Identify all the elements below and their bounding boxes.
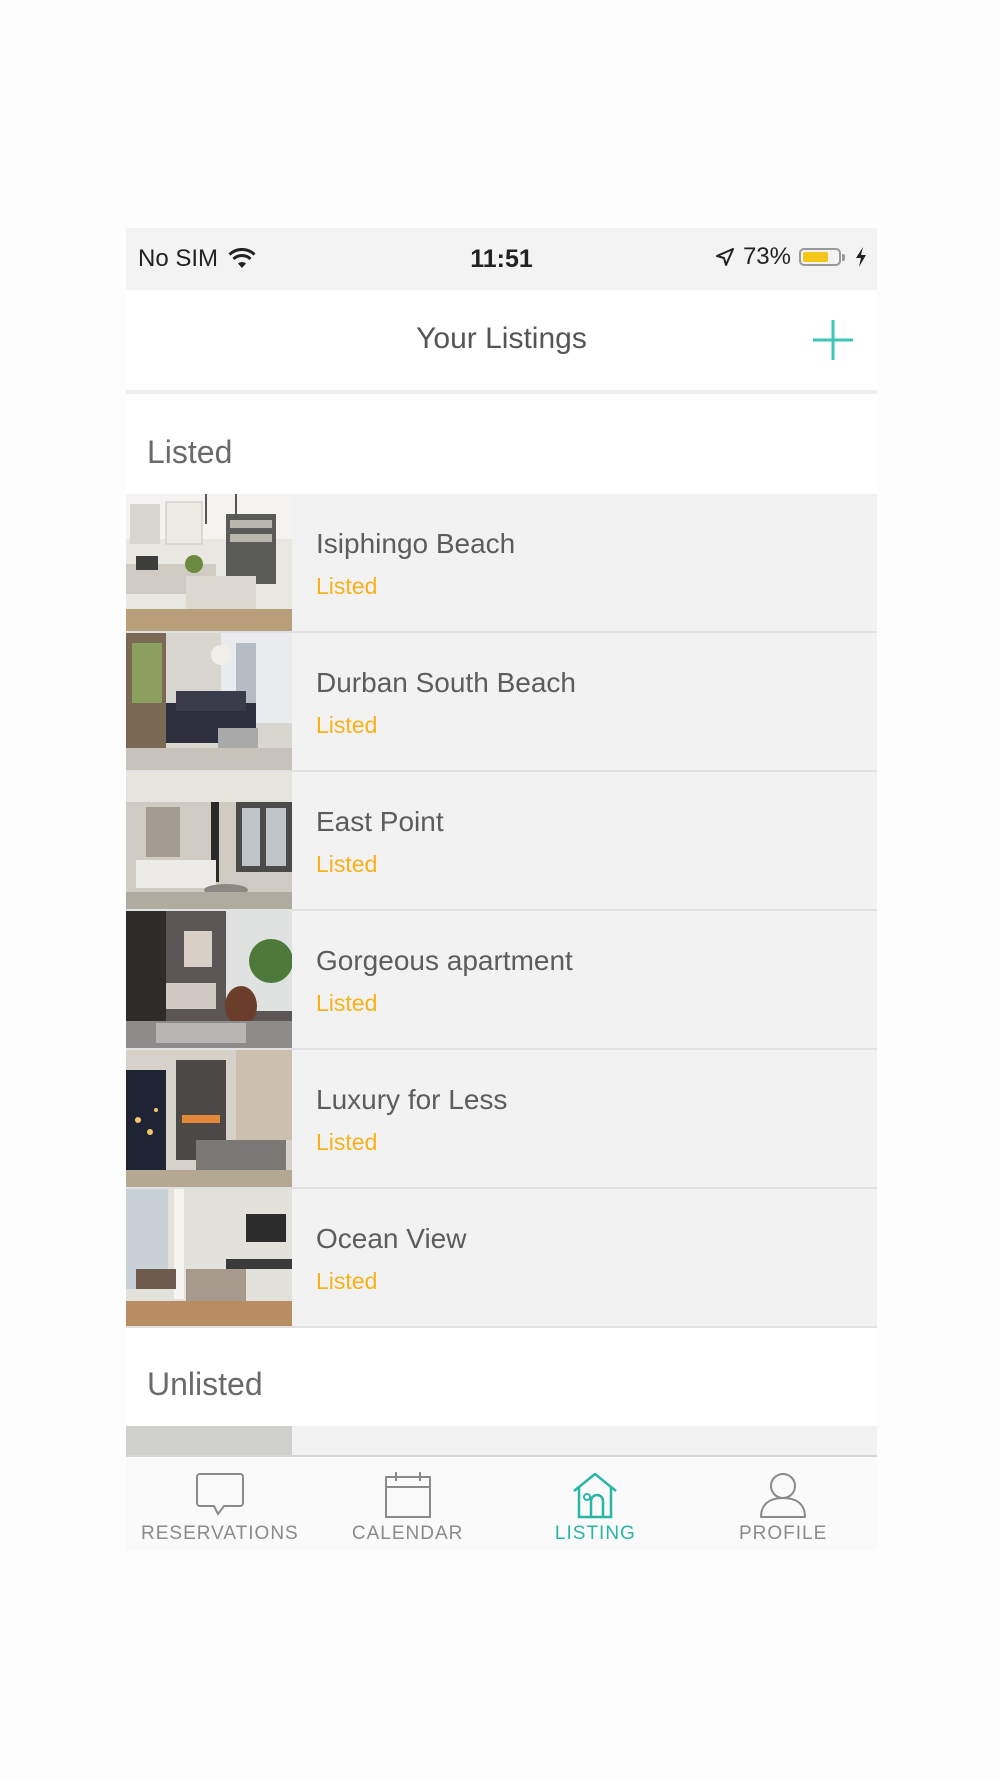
listing-row[interactable]: Gorgeous apartment Listed xyxy=(126,911,877,1050)
listing-name: Isiphingo Beach xyxy=(316,528,516,559)
listing-status: Listed xyxy=(316,712,378,738)
listing-thumbnail xyxy=(126,1426,292,1456)
tab-label: RESERVATIONS xyxy=(141,1523,299,1544)
tab-label: CALENDAR xyxy=(351,1523,464,1544)
battery-fill xyxy=(803,252,828,262)
phone-screen: No SIM 11:51 73% Your Listings Listed Is… xyxy=(126,228,877,1550)
listing-name: Gorgeous apartment xyxy=(316,945,573,976)
calendar-icon xyxy=(384,1472,431,1518)
listing-status: Listed xyxy=(316,1129,378,1155)
tab-listing[interactable]: LISTING xyxy=(502,1457,690,1550)
listing-thumbnail xyxy=(126,911,292,1048)
listing-row[interactable]: Luxury for Less Listed xyxy=(126,1050,877,1189)
section-header-listed: Listed xyxy=(147,434,233,470)
tab-label: PROFILE xyxy=(738,1523,828,1544)
listing-name: East Point xyxy=(316,806,444,837)
listing-name: Durban South Beach xyxy=(316,667,576,698)
listing-status: Listed xyxy=(316,851,378,877)
listing-row[interactable]: Isiphingo Beach Listed xyxy=(126,494,877,633)
listing-status: Listed xyxy=(316,990,378,1016)
battery-icon xyxy=(799,248,845,266)
plus-icon xyxy=(813,320,853,360)
status-bar: No SIM 11:51 73% xyxy=(126,228,877,290)
location-arrow-icon xyxy=(715,248,734,266)
charging-bolt-icon xyxy=(856,247,866,267)
house-icon xyxy=(573,1472,618,1519)
battery-percent: 73% xyxy=(742,243,791,270)
tab-label: LISTING xyxy=(554,1523,636,1544)
listings-list: Isiphingo Beach Listed Durban South Beac… xyxy=(126,494,877,1328)
tab-reservations[interactable]: RESERVATIONS xyxy=(126,1457,314,1550)
nav-bar: Your Listings xyxy=(126,290,877,394)
listing-thumbnail xyxy=(126,772,292,909)
page-title: Your Listings xyxy=(416,322,587,355)
listing-thumbnail xyxy=(126,633,292,770)
listing-thumbnail xyxy=(126,494,292,631)
listing-name: Luxury for Less xyxy=(316,1084,508,1115)
tab-bar: RESERVATIONS CALENDAR LISTING PROFILE xyxy=(126,1455,877,1550)
listing-status: Listed xyxy=(316,1268,378,1294)
listing-row[interactable]: Ocean View Listed xyxy=(126,1189,877,1328)
listing-status: Listed xyxy=(316,573,378,599)
listing-row[interactable] xyxy=(126,1426,877,1456)
listing-thumbnail xyxy=(126,1050,292,1187)
listing-row[interactable]: Durban South Beach Listed xyxy=(126,633,877,772)
listing-thumbnail xyxy=(126,1189,292,1326)
tab-profile[interactable]: PROFILE xyxy=(689,1457,877,1550)
chat-bubble-icon xyxy=(195,1473,244,1516)
listing-row[interactable]: East Point Listed xyxy=(126,772,877,911)
tab-calendar[interactable]: CALENDAR xyxy=(314,1457,502,1550)
listing-name: Ocean View xyxy=(316,1223,467,1254)
status-right-group: 73% xyxy=(715,243,867,271)
person-icon xyxy=(760,1473,807,1518)
section-header-unlisted: Unlisted xyxy=(147,1366,263,1402)
add-listing-button[interactable] xyxy=(809,316,857,364)
